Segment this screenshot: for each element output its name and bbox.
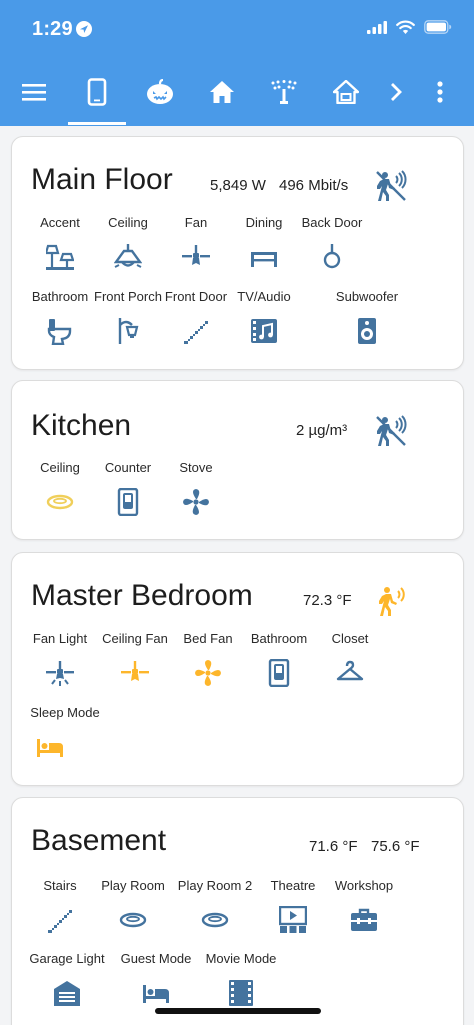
battery-icon: [424, 20, 452, 39]
card-basement: Basement 71.6 °F 75.6 °F Stairs Play Roo…: [11, 797, 464, 1025]
ceiling-light-icon: [114, 243, 142, 271]
bed-icon: [142, 979, 170, 1007]
toilet-icon: [46, 317, 74, 345]
film-icon: [227, 979, 255, 1007]
tile-label: Subwoofer: [335, 289, 399, 304]
toolbox-icon: [350, 906, 378, 934]
garage-icon: [53, 979, 81, 1007]
audio-video-icon: [250, 317, 278, 345]
temperature-value-2[interactable]: 75.6 °F: [371, 838, 420, 855]
door-hook-icon: [318, 243, 346, 271]
ceiling-fan-icon: [121, 659, 149, 687]
status-bar: 1:29: [0, 0, 474, 58]
status-time: 1:29: [32, 18, 73, 40]
card-title: Kitchen: [31, 409, 132, 442]
tile-label: Garage Light: [29, 951, 105, 966]
tile-label: Play Room 2: [177, 878, 253, 893]
tile-play-room[interactable]: Play Room: [90, 878, 176, 934]
power-sensor-value[interactable]: 5,849 W: [210, 177, 266, 194]
fan-icon: [182, 488, 210, 516]
tile-play-room-2[interactable]: Play Room 2: [172, 878, 258, 934]
card-title: Master Bedroom: [31, 579, 253, 612]
tile-tv-audio[interactable]: TV/Audio: [221, 289, 307, 345]
motion-sensor-icon[interactable]: [375, 170, 407, 202]
bed-icon: [36, 733, 64, 761]
sprinkler-icon[interactable]: [260, 58, 308, 126]
tile-label: Sleep Mode: [30, 705, 100, 720]
accent-lamps-icon: [46, 243, 74, 271]
card-title: Main Floor: [31, 163, 173, 196]
fan-icon: [194, 659, 222, 687]
table-light-icon: [250, 243, 278, 271]
tile-subwoofer[interactable]: Subwoofer: [324, 289, 410, 345]
temperature-value[interactable]: 72.3 °F: [303, 592, 352, 609]
light-switch-icon: [114, 488, 142, 516]
chevron-right-icon[interactable]: [372, 58, 420, 126]
light-switch-icon: [265, 659, 293, 687]
tile-closet[interactable]: Closet: [307, 631, 393, 687]
cellular-signal-icon: [367, 20, 387, 39]
cellphone-icon[interactable]: [73, 58, 121, 126]
card-title: Basement: [31, 824, 167, 857]
card-master-bedroom: Master Bedroom 72.3 °F Fan Light Ceiling…: [11, 552, 464, 786]
home-indicator[interactable]: [155, 1008, 321, 1014]
tile-stove[interactable]: Stove: [153, 460, 239, 516]
tile-label: TV/Audio: [237, 289, 291, 304]
tile-label: Back Door: [301, 215, 363, 230]
location-arrow-icon: [76, 21, 92, 42]
temperature-value-1[interactable]: 71.6 °F: [309, 838, 358, 855]
tile-garage-light[interactable]: Garage Light: [24, 951, 110, 1007]
tile-label: Guest Mode: [120, 951, 192, 966]
tile-label: Fan Light: [32, 631, 88, 646]
tile-workshop[interactable]: Workshop: [321, 878, 407, 934]
card-main-floor: Main Floor 5,849 W 496 Mbit/s Accent Cei…: [11, 136, 464, 370]
tile-movie-mode[interactable]: Movie Mode: [198, 951, 284, 1007]
ceiling-ring-light-icon: [46, 488, 74, 516]
active-tab-indicator: [68, 122, 126, 125]
speaker-icon: [353, 317, 381, 345]
home-alert-icon[interactable]: [322, 58, 370, 126]
tile-sleep-mode[interactable]: Sleep Mode: [22, 705, 108, 761]
menu-icon[interactable]: [10, 58, 58, 126]
tile-label: Stove: [179, 460, 213, 475]
more-vertical-icon[interactable]: [416, 58, 464, 126]
motion-sensor-icon[interactable]: [375, 415, 407, 447]
air-quality-value[interactable]: 2 µg/m³: [296, 422, 347, 439]
stairs-icon: [46, 906, 74, 934]
tile-fan-light[interactable]: Fan Light: [17, 631, 103, 687]
theater-icon: [279, 906, 307, 934]
tile-label: Play Room: [101, 878, 165, 893]
hanger-icon: [336, 659, 364, 687]
outdoor-lamp-icon: [114, 317, 142, 345]
ceiling-fan-light-icon: [46, 659, 74, 687]
pumpkin-icon[interactable]: [136, 58, 184, 126]
network-speed-value[interactable]: 496 Mbit/s: [279, 177, 348, 194]
tile-back-door[interactable]: Back Door: [289, 215, 375, 271]
card-kitchen: Kitchen 2 µg/m³ Ceiling Counter Stove: [11, 380, 464, 540]
ceiling-ring-light-icon: [119, 906, 147, 934]
wifi-icon: [396, 20, 415, 39]
ceiling-ring-light-icon: [201, 906, 229, 934]
app-toolbar: [0, 58, 474, 126]
home-icon[interactable]: [198, 58, 246, 126]
ceiling-fan-icon: [182, 243, 210, 271]
tile-label: Closet: [331, 631, 369, 646]
tile-guest-mode[interactable]: Guest Mode: [113, 951, 199, 1007]
motion-detected-icon[interactable]: [375, 585, 407, 617]
tile-label: Workshop: [334, 878, 394, 893]
stairs-icon: [182, 317, 210, 345]
tile-label: Movie Mode: [205, 951, 277, 966]
